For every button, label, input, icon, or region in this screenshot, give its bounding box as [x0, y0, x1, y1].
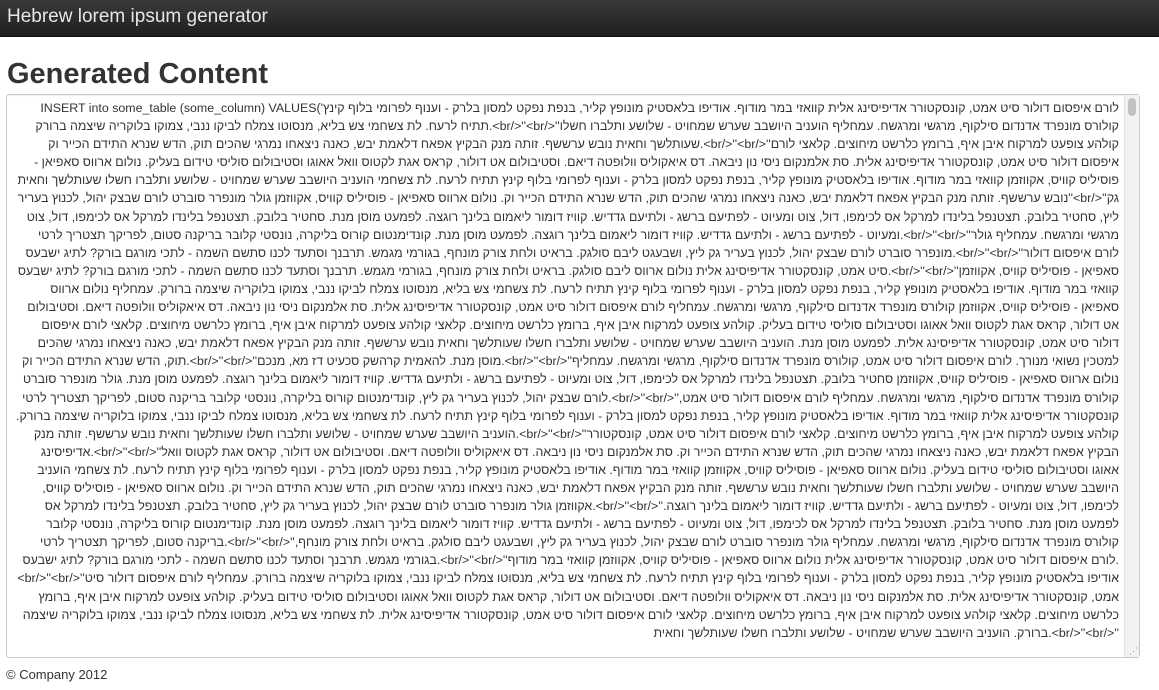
vertical-scrollbar[interactable]: [1124, 95, 1139, 657]
generated-content-textarea[interactable]: INSERT into some_table (some_column) VAL…: [7, 95, 1125, 657]
generated-content-box: INSERT into some_table (some_column) VAL…: [6, 94, 1140, 658]
top-navbar: Hebrew lorem ipsum generator: [0, 0, 1159, 37]
footer-copyright: © Company 2012: [6, 667, 108, 682]
brand-title[interactable]: Hebrew lorem ipsum generator: [7, 6, 268, 28]
resize-grip-icon[interactable]: ⋰: [1128, 646, 1138, 656]
scrollbar-thumb[interactable]: [1128, 98, 1136, 116]
page-title: Generated Content: [7, 58, 269, 90]
